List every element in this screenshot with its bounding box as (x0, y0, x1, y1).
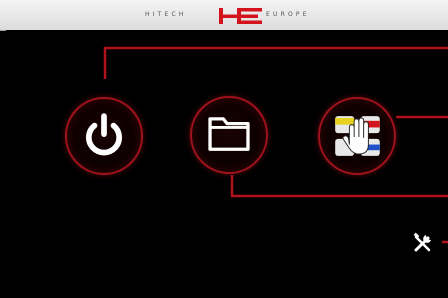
manual-mode-hand-icon (335, 116, 380, 156)
power-button[interactable] (65, 97, 143, 175)
brand-name-right: EUROPE (266, 11, 310, 18)
tools-button[interactable] (412, 232, 434, 254)
he-logo-icon (219, 8, 262, 24)
header-bar: HITECH EUROPE (0, 0, 448, 31)
tools-icon (413, 232, 431, 252)
folder-icon (208, 117, 250, 151)
brand-name-left: HITECH (145, 11, 187, 18)
manual-mode-button[interactable] (318, 97, 396, 175)
power-icon (86, 113, 122, 156)
folder-button[interactable] (190, 96, 268, 174)
